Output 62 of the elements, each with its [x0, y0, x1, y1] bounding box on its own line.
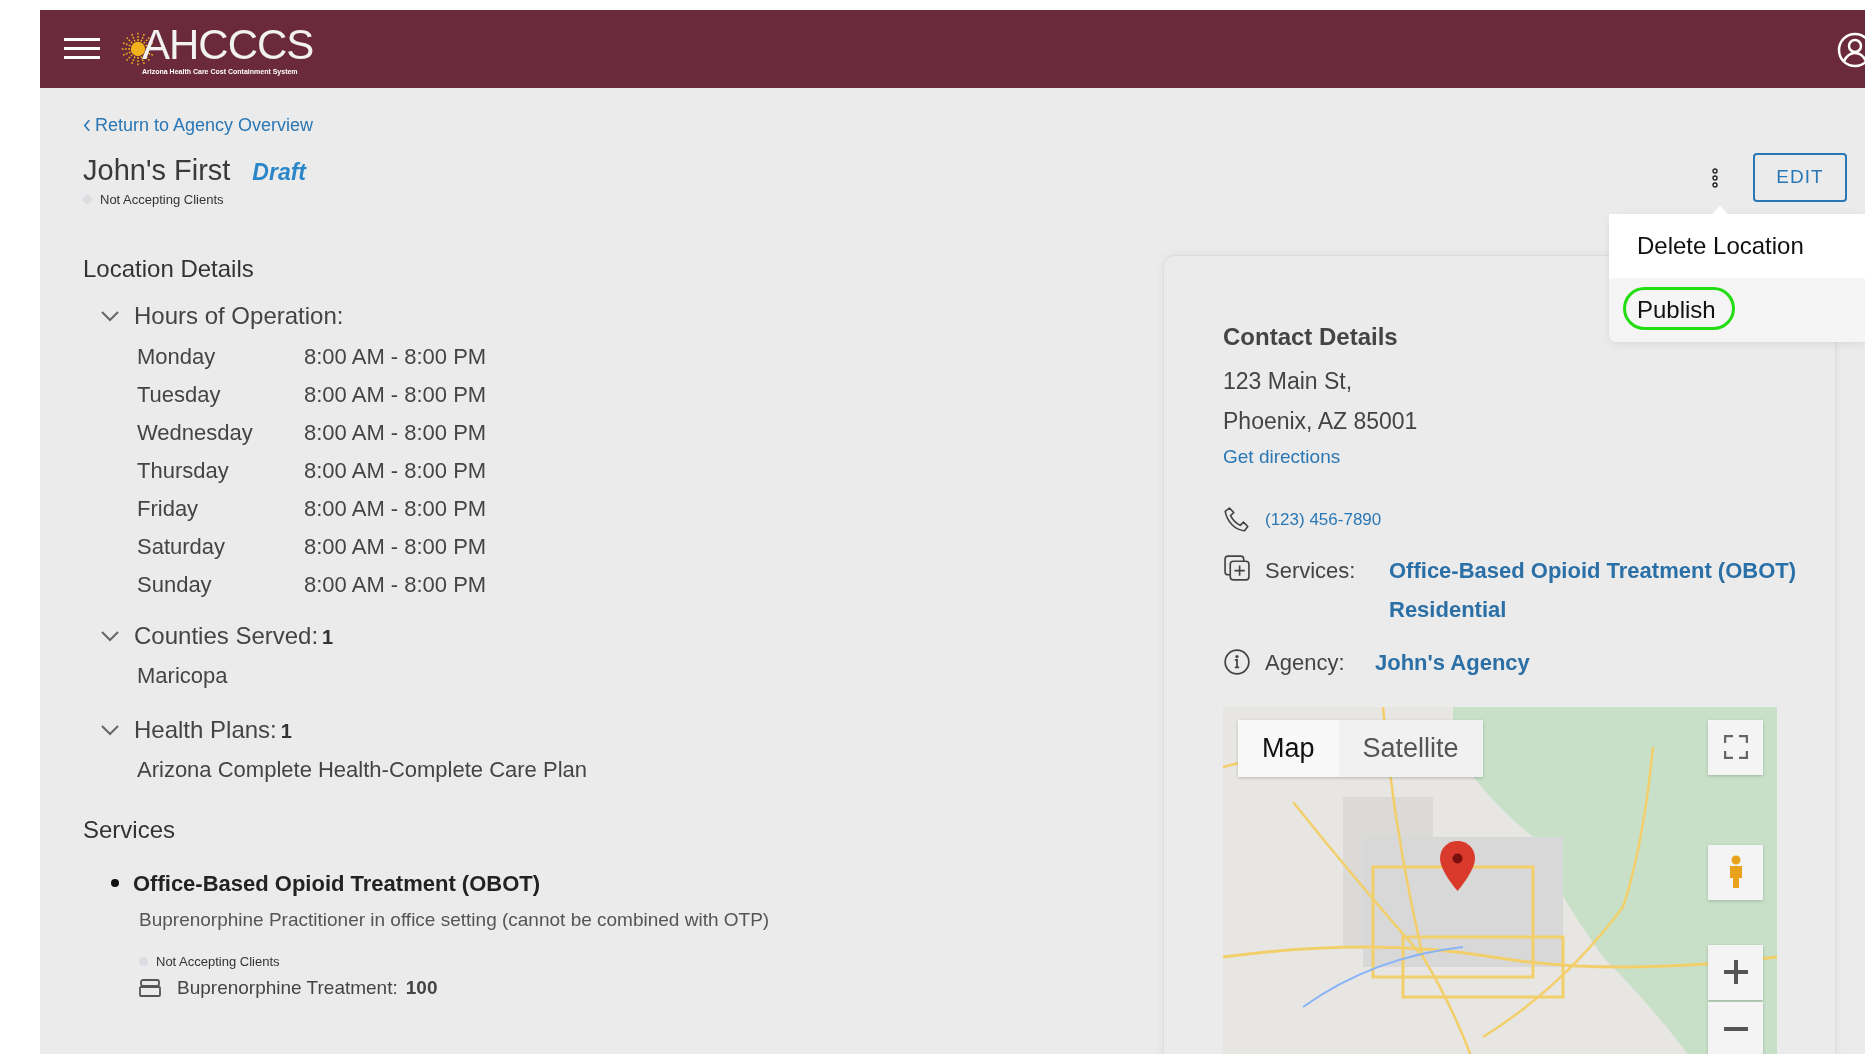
accepting-status: Not Accepting Clients: [100, 190, 224, 209]
chevron-left-icon: [83, 119, 91, 132]
menu-item[interactable]: Delete Location: [1609, 214, 1865, 278]
status-label: Draft: [252, 158, 307, 187]
fullscreen-icon[interactable]: [1708, 719, 1763, 775]
section-title: Counties Served:: [134, 620, 319, 651]
hours-text: 8:00 AM - 8:00 PM: [304, 495, 487, 524]
add-copy-icon: [1223, 553, 1251, 582]
zoom-out-icon[interactable]: [1708, 1001, 1763, 1054]
service-link[interactable]: Office-Based Opioid Treatment (OBOT): [1389, 553, 1797, 587]
phone-link[interactable]: (123) 456-7890: [1265, 506, 1382, 533]
map-pin-icon: [1440, 839, 1475, 892]
info-icon: [1223, 648, 1251, 676]
hours-text: 8:00 AM - 8:00 PM: [304, 419, 487, 448]
map-type-tab[interactable]: Satellite: [1338, 719, 1483, 777]
phone-icon: [1223, 505, 1251, 534]
detail-value: 100: [405, 975, 438, 1000]
hours-text: 8:00 AM - 8:00 PM: [304, 533, 487, 562]
day-label: Thursday: [137, 457, 230, 486]
logo-text: AHCCCS: [142, 23, 314, 66]
menu-button[interactable]: [64, 38, 100, 60]
hours-text: 8:00 AM - 8:00 PM: [304, 381, 487, 410]
map-type-tab[interactable]: Map: [1238, 719, 1339, 777]
chevron-icon[interactable]: [100, 629, 120, 642]
hours-text: 8:00 AM - 8:00 PM: [304, 343, 487, 372]
service-name: Office-Based Opioid Treatment (OBOT): [133, 869, 541, 898]
user-icon[interactable]: [1837, 32, 1865, 68]
agency-link[interactable]: John's Agency: [1375, 645, 1530, 679]
bullet-icon: [111, 879, 119, 888]
detail-label: Buprenorphine Treatment:: [177, 975, 398, 1000]
hours-text: 8:00 AM - 8:00 PM: [304, 457, 487, 486]
list-text: Maricopa: [137, 662, 229, 691]
service-description: Buprenorphine Practitioner in office setting (cannot be combined with OTP): [139, 907, 771, 932]
accepting-status: Not Accepting Clients: [156, 953, 280, 972]
day-label: Wednesday: [137, 419, 254, 448]
back-link[interactable]: Return to Agency Overview: [83, 112, 314, 139]
edit-button[interactable]: EDIT: [1753, 153, 1847, 202]
section-title: Health Plans:: [134, 714, 277, 745]
day-label: Tuesday: [137, 381, 222, 410]
section-heading: Services: [83, 815, 177, 845]
list-text: Arizona Complete Health-Complete Care Plan: [137, 756, 588, 785]
agency-label: Agency:: [1265, 648, 1346, 677]
directions-link[interactable]: Get directions: [1223, 443, 1341, 472]
count-label: 1: [322, 624, 334, 650]
address-text: Phoenix, AZ 85001: [1223, 407, 1418, 436]
location-title: John's First: [83, 153, 231, 188]
day-label: Friday: [137, 495, 200, 524]
hours-text: 8:00 AM - 8:00 PM: [304, 571, 487, 600]
zoom-in-icon[interactable]: [1708, 944, 1763, 1000]
day-label: Monday: [137, 343, 217, 372]
menu-item[interactable]: Publish: [1609, 278, 1865, 342]
service-link[interactable]: Residential: [1389, 592, 1797, 626]
address-text: 123 Main St,: [1223, 367, 1353, 396]
chevron-icon[interactable]: [100, 309, 120, 322]
card-heading: Contact Details: [1223, 322, 1398, 352]
section-title: Hours of Operation:: [134, 300, 344, 331]
count-label: 1: [280, 718, 292, 744]
services-label: Services:: [1265, 556, 1357, 585]
section-heading: Location Details: [83, 255, 255, 284]
day-label: Saturday: [137, 533, 227, 562]
day-label: Sunday: [137, 571, 213, 600]
chevron-icon[interactable]: [100, 723, 120, 736]
